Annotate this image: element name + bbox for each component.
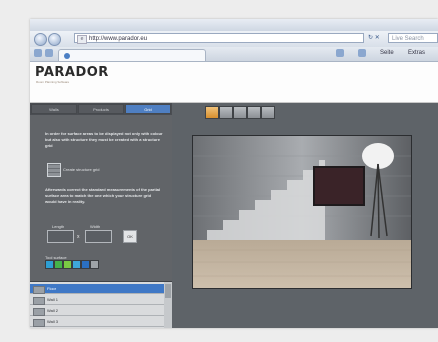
room-planner-app: Walls Products Grid In order for surface… xyxy=(30,103,438,328)
print-icon[interactable] xyxy=(358,49,366,57)
length-label: Length xyxy=(52,224,65,229)
address-text: http://www.parador.eu xyxy=(89,36,148,42)
browser-window: e http://www.parador.eu ↻ ✕ Live Search … xyxy=(30,19,438,328)
surface-label: Floor xyxy=(47,286,57,291)
color-swatch-1[interactable] xyxy=(45,260,54,269)
left-panel: Walls Products Grid In order for surface… xyxy=(30,103,172,328)
camera-icon[interactable] xyxy=(219,106,233,119)
surface-thumbnail xyxy=(33,319,45,327)
panel-tabs: Walls Products Grid xyxy=(30,103,172,115)
surface-label: Wall 2 xyxy=(47,308,58,313)
logo-tagline: Room Planning Software xyxy=(36,80,70,84)
page-menu[interactable]: Seite xyxy=(380,50,394,56)
surface-row-wall-2[interactable]: Wall 2 xyxy=(30,306,164,316)
address-row: e http://www.parador.eu ↻ ✕ Live Search xyxy=(30,31,438,47)
scrollbar-thumb[interactable] xyxy=(165,284,171,298)
structure-grid-icon[interactable] xyxy=(47,163,61,177)
surface-label: Wall 1 xyxy=(47,297,58,302)
room-scene-image xyxy=(193,136,411,288)
surface-thumbnail xyxy=(33,308,45,316)
site-header: PARADOR Room Planning Software xyxy=(30,62,438,103)
create-grid-label[interactable]: Create structure grid xyxy=(63,167,99,172)
times-sign: x xyxy=(77,234,80,240)
add-favorites-icon[interactable] xyxy=(45,49,53,57)
apply-button[interactable]: OK xyxy=(123,230,137,243)
width-label: Width xyxy=(90,224,101,229)
tab-grid[interactable]: Grid xyxy=(125,104,171,114)
swatch-dropdown[interactable] xyxy=(90,260,99,269)
tab-walls[interactable]: Walls xyxy=(31,104,77,114)
tools-menu[interactable]: Extras xyxy=(408,50,425,56)
room-view-icon[interactable] xyxy=(205,106,219,119)
address-bar[interactable]: e http://www.parador.eu xyxy=(74,33,364,44)
page-icon: e xyxy=(77,35,87,44)
parador-logo[interactable]: PARADOR xyxy=(35,65,109,80)
surface-thumbnail xyxy=(33,286,45,294)
surface-row-wall-1[interactable]: Wall 1 xyxy=(30,295,164,305)
surface-thumbnail xyxy=(33,297,45,305)
color-swatch-5[interactable] xyxy=(81,260,90,269)
surface-row-floor[interactable]: Floor xyxy=(30,284,164,294)
preview-toolbar xyxy=(205,106,275,120)
back-button[interactable] xyxy=(34,33,47,46)
tab-row: Seite Extras xyxy=(30,47,438,62)
search-field[interactable]: Live Search xyxy=(388,33,438,43)
rotate-icon[interactable] xyxy=(233,106,247,119)
search-placeholder: Live Search xyxy=(392,36,424,42)
length-input[interactable] xyxy=(47,230,74,243)
refresh-icon[interactable]: ↻ ✕ xyxy=(368,34,380,41)
color-swatch-4[interactable] xyxy=(72,260,81,269)
forward-button[interactable] xyxy=(48,33,61,46)
intro-text: In order for surface areas to be display… xyxy=(45,131,163,148)
instructions-text: Afterwards correct the standard measurem… xyxy=(45,187,161,204)
tab-products[interactable]: Products xyxy=(78,104,124,114)
room-preview[interactable] xyxy=(192,135,412,289)
zoom-icon[interactable] xyxy=(247,106,261,119)
browser-tab[interactable] xyxy=(58,49,206,61)
home-icon[interactable] xyxy=(336,49,344,57)
color-swatch-2[interactable] xyxy=(54,260,63,269)
title-bar xyxy=(30,19,438,31)
surface-list: Floor Wall 1 Wall 2 Wall 3 xyxy=(30,281,172,328)
save-icon[interactable] xyxy=(261,106,275,119)
tab-favicon-icon xyxy=(64,53,70,59)
width-input[interactable] xyxy=(85,230,112,243)
favorites-star-icon[interactable] xyxy=(34,49,42,57)
color-swatch-3[interactable] xyxy=(63,260,72,269)
surface-row-wall-3[interactable]: Wall 3 xyxy=(30,317,164,327)
list-scrollbar[interactable] xyxy=(164,282,172,328)
surface-label: Wall 3 xyxy=(47,319,58,324)
